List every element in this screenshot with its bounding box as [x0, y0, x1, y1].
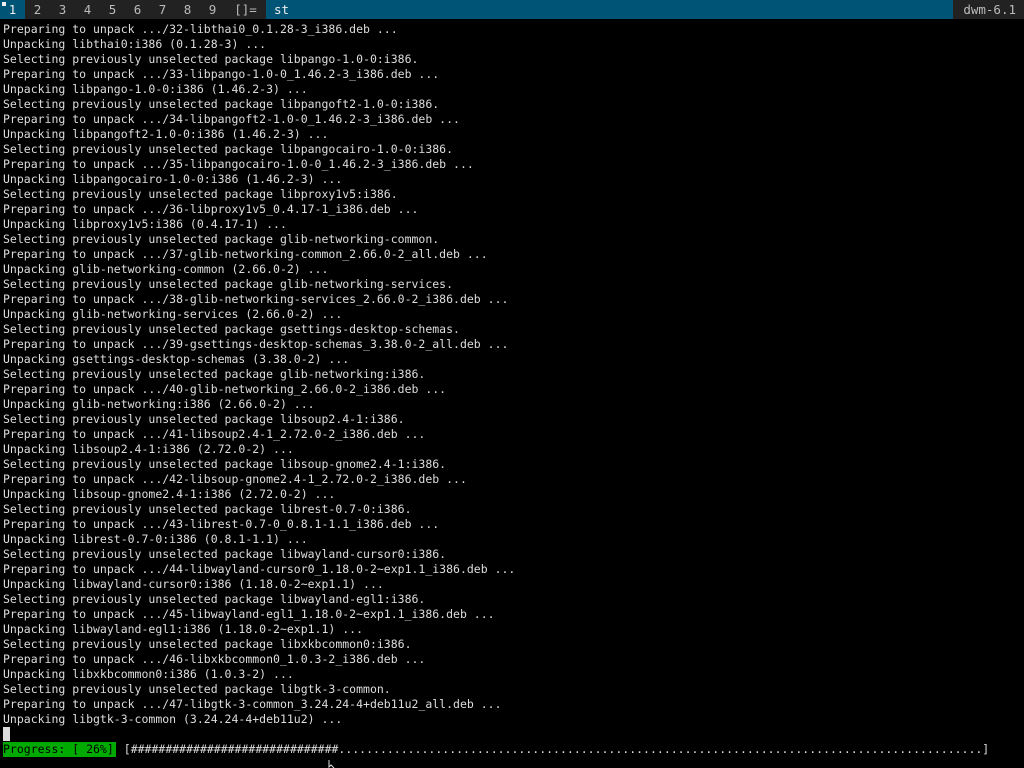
terminal-line: Preparing to unpack .../46-libxkbcommon0…	[3, 652, 426, 666]
terminal-line: Preparing to unpack .../33-libpango-1.0-…	[3, 67, 440, 81]
terminal-line: Preparing to unpack .../41-libsoup2.4-1_…	[3, 427, 426, 441]
terminal-line: Selecting previously unselected package …	[3, 52, 419, 66]
progress-label: Progress: [ 26%]	[3, 742, 116, 757]
terminal-line: Unpacking librest-0.7-0:i386 (0.8.1-1.1)…	[3, 532, 308, 546]
terminal-line: Unpacking libxkbcommon0:i386 (1.0.3-2) .…	[3, 667, 294, 681]
terminal-line: Preparing to unpack .../38-glib-networki…	[3, 292, 509, 306]
tag-6[interactable]: 6	[125, 0, 150, 19]
dwm-status-bar: 1 2 3 4 5 6 7 8 9 []= st dwm-6.1	[0, 0, 1024, 19]
terminal-line: Selecting previously unselected package …	[3, 187, 398, 201]
terminal-line: Selecting previously unselected package …	[3, 322, 460, 336]
terminal-line: Preparing to unpack .../44-libwayland-cu…	[3, 562, 516, 576]
terminal-line: Unpacking libsoup-gnome2.4-1:i386 (2.72.…	[3, 487, 336, 501]
tag-4[interactable]: 4	[75, 0, 100, 19]
tag-5[interactable]: 5	[100, 0, 125, 19]
terminal-line: Preparing to unpack .../45-libwayland-eg…	[3, 607, 495, 621]
terminal-line: Selecting previously unselected package …	[3, 367, 426, 381]
terminal-line: Unpacking glib-networking-common (2.66.0…	[3, 262, 329, 276]
terminal-line: Selecting previously unselected package …	[3, 97, 440, 111]
terminal-line: Selecting previously unselected package …	[3, 142, 454, 156]
status-text: dwm-6.1	[953, 0, 1024, 19]
terminal-line: Selecting previously unselected package …	[3, 682, 391, 696]
tag-8[interactable]: 8	[175, 0, 200, 19]
terminal-line: Preparing to unpack .../43-librest-0.7-0…	[3, 517, 440, 531]
terminal-line: Unpacking libthai0:i386 (0.1.28-3) ...	[3, 37, 267, 51]
terminal-line: Unpacking libpango-1.0-0:i386 (1.46.2-3)…	[3, 82, 308, 96]
terminal-line: Preparing to unpack .../42-libsoup-gnome…	[3, 472, 467, 486]
terminal-line: Selecting previously unselected package …	[3, 547, 447, 561]
progress-bar: [##############################.........…	[123, 742, 990, 756]
terminal-line: Unpacking gsettings-desktop-schemas (3.3…	[3, 352, 350, 366]
terminal-line: Unpacking libwayland-egl1:i386 (1.18.0-2…	[3, 622, 364, 636]
terminal-line: Selecting previously unselected package …	[3, 457, 447, 471]
terminal-line: Preparing to unpack .../40-glib-networki…	[3, 382, 447, 396]
terminal-line: Selecting previously unselected package …	[3, 592, 426, 606]
terminal-line: Unpacking libwayland-cursor0:i386 (1.18.…	[3, 577, 384, 591]
apt-progress: Progress: [ 26%] [######################…	[3, 742, 989, 757]
mouse-pointer-icon	[328, 760, 335, 768]
terminal-line: Unpacking libpangocairo-1.0-0:i386 (1.46…	[3, 172, 343, 186]
terminal-line: Preparing to unpack .../36-libproxy1v5_0…	[3, 202, 419, 216]
terminal-line: Selecting previously unselected package …	[3, 277, 454, 291]
terminal-line: Preparing to unpack .../39-gsettings-des…	[3, 337, 509, 351]
layout-symbol[interactable]: []=	[225, 0, 266, 19]
cursor-icon	[3, 727, 10, 741]
tag-1[interactable]: 1	[0, 0, 25, 19]
terminal-line: Preparing to unpack .../37-glib-networki…	[3, 247, 488, 261]
terminal-line: Unpacking glib-networking-services (2.66…	[3, 307, 343, 321]
terminal-line: Selecting previously unselected package …	[3, 502, 412, 516]
tag-3[interactable]: 3	[50, 0, 75, 19]
terminal-line: Unpacking glib-networking:i386 (2.66.0-2…	[3, 397, 315, 411]
terminal-line: Selecting previously unselected package …	[3, 412, 405, 426]
terminal-line: Selecting previously unselected package …	[3, 637, 412, 651]
terminal-line: Preparing to unpack .../34-libpangoft2-1…	[3, 112, 460, 126]
terminal-line: Unpacking libpangoft2-1.0-0:i386 (1.46.2…	[3, 127, 329, 141]
terminal-line: Unpacking libsoup2.4-1:i386 (2.72.0-2) .…	[3, 442, 294, 456]
terminal-output[interactable]: Preparing to unpack .../32-libthai0_0.1.…	[3, 22, 1024, 742]
occupied-indicator-icon	[2, 2, 6, 6]
tag-7[interactable]: 7	[150, 0, 175, 19]
tag-2[interactable]: 2	[25, 0, 50, 19]
terminal-line: Preparing to unpack .../47-libgtk-3-comm…	[3, 697, 502, 711]
terminal-line: Unpacking libgtk-3-common (3.24.24-4+deb…	[3, 712, 343, 726]
terminal-line: Unpacking libproxy1v5:i386 (0.4.17-1) ..…	[3, 217, 287, 231]
window-title[interactable]: st	[266, 0, 954, 19]
tag-9[interactable]: 9	[200, 0, 225, 19]
terminal-line: Selecting previously unselected package …	[3, 232, 440, 246]
terminal-line: Preparing to unpack .../35-libpangocairo…	[3, 157, 474, 171]
terminal-cursor-line	[3, 727, 1024, 742]
terminal-line: Preparing to unpack .../32-libthai0_0.1.…	[3, 22, 398, 36]
